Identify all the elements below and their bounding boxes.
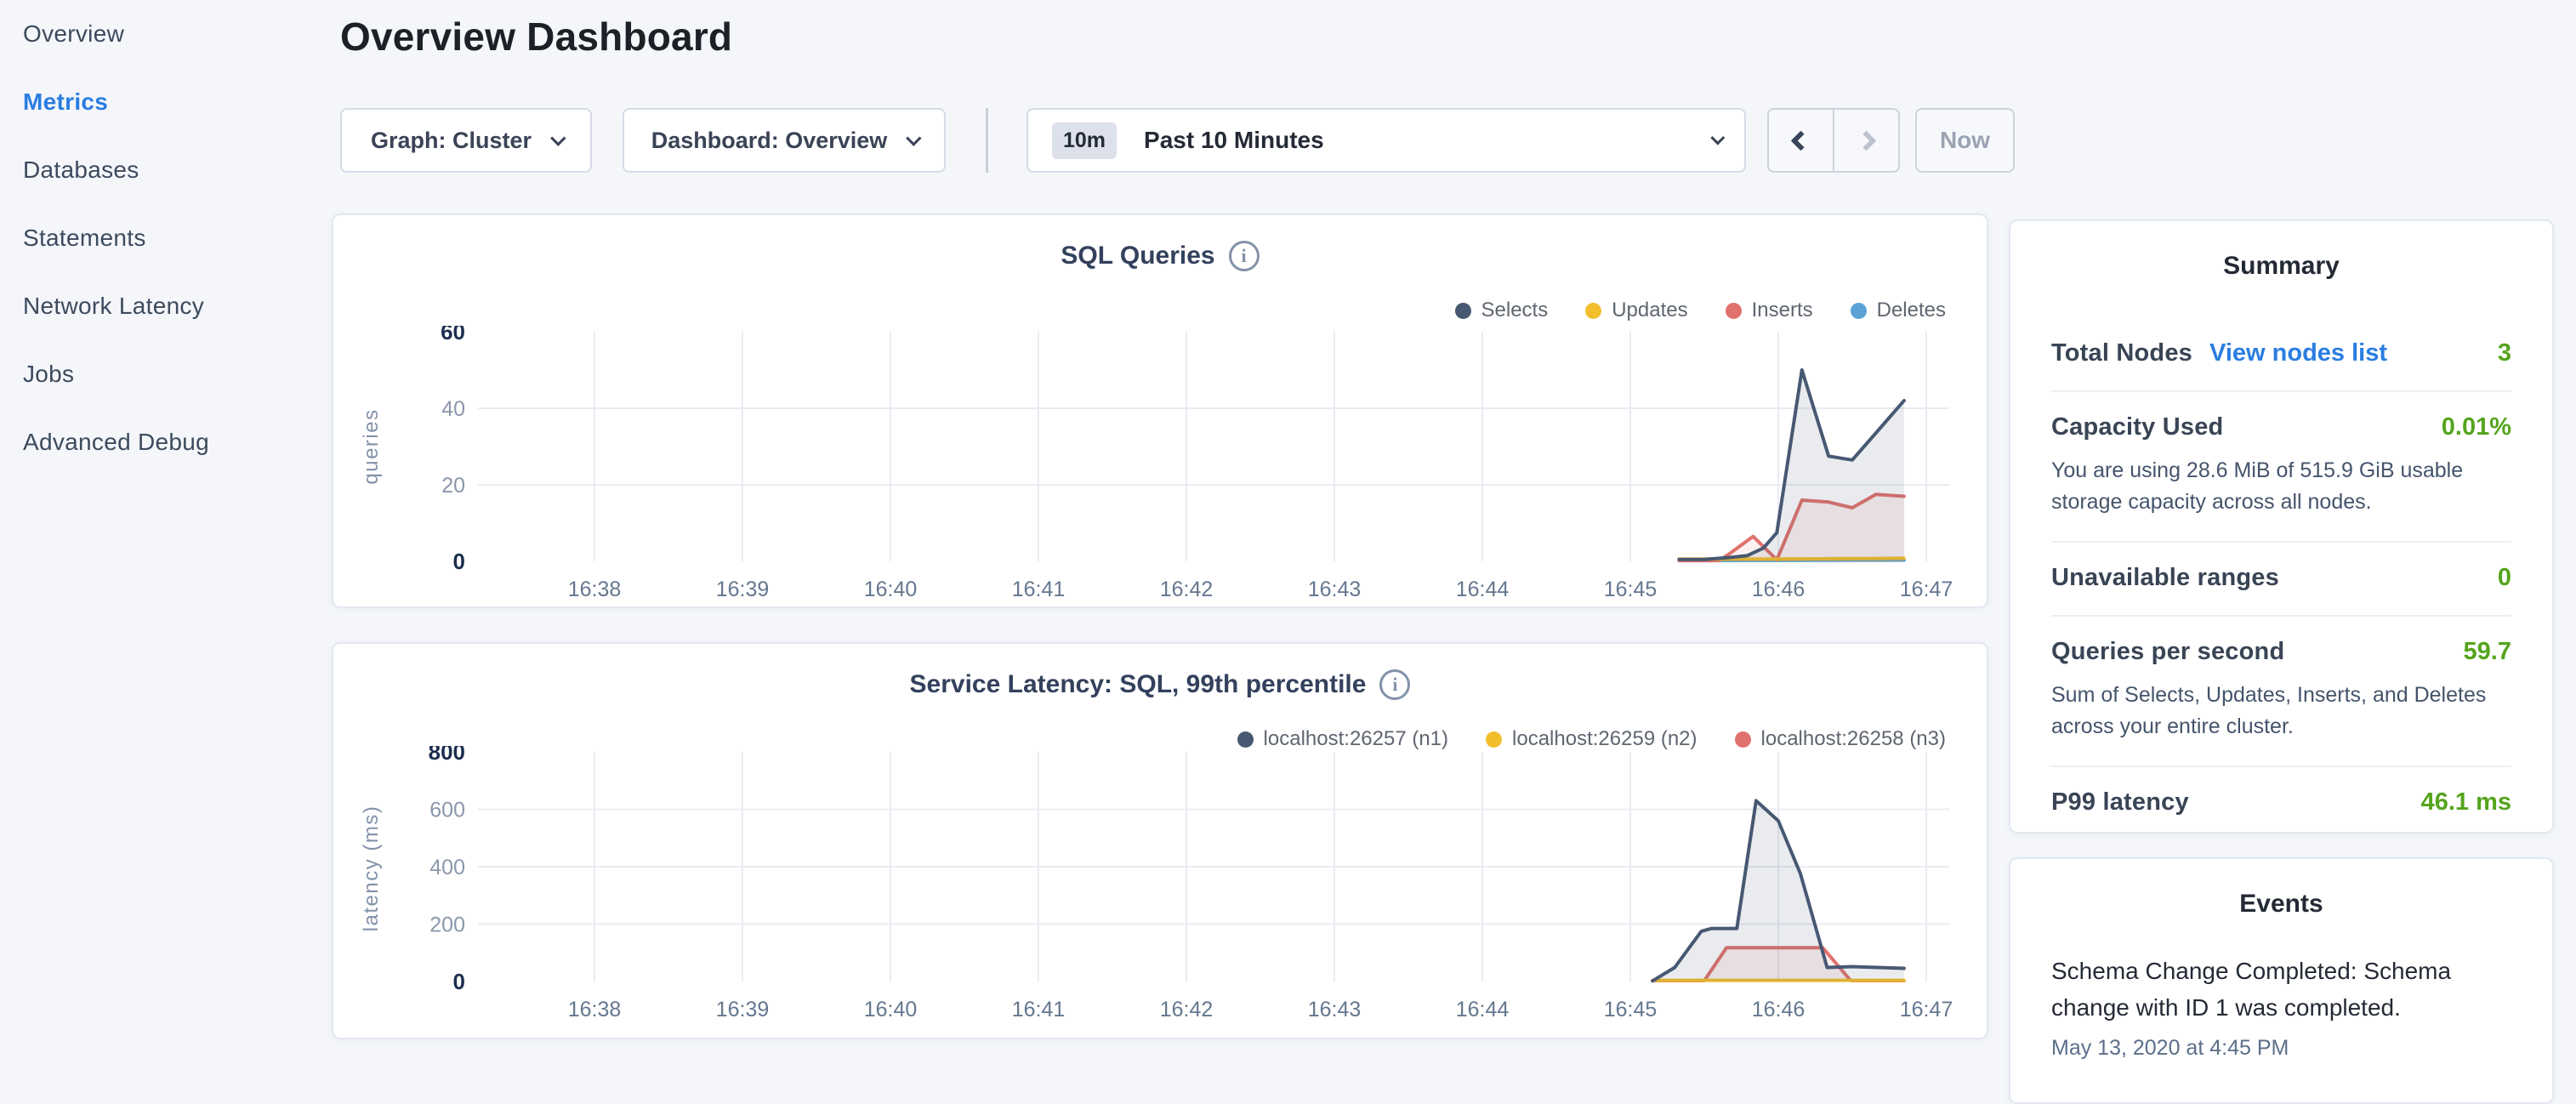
svg-text:16:44: 16:44 <box>1456 998 1510 1021</box>
svg-text:16:40: 16:40 <box>864 578 918 601</box>
chevron-down-icon <box>1710 131 1725 145</box>
svg-text:16:40: 16:40 <box>864 998 918 1021</box>
svg-text:600: 600 <box>429 799 465 822</box>
event-item[interactable]: Schema Change Completed: Schema change w… <box>2051 953 2511 1026</box>
page-title: Overview Dashboard <box>340 14 732 60</box>
summary-label: Capacity Used <box>2051 413 2223 441</box>
chevron-down-icon <box>550 130 566 145</box>
time-range-badge: 10m <box>1052 122 1117 159</box>
svg-text:16:46: 16:46 <box>1752 578 1805 601</box>
sql-queries-chart-card: SQL Queries i Selects Updates Inserts Delet… <box>332 213 1988 608</box>
sidebar-item-jobs[interactable]: Jobs <box>0 340 332 408</box>
events-heading: Events <box>2051 890 2511 919</box>
svg-text:16:46: 16:46 <box>1752 998 1805 1021</box>
svg-text:16:39: 16:39 <box>716 578 770 601</box>
svg-text:16:43: 16:43 <box>1308 578 1362 601</box>
now-button[interactable]: Now <box>1915 108 2015 173</box>
summary-row-total-nodes: Total Nodes View nodes list 3 <box>2051 318 2511 390</box>
legend-dot-icon <box>1735 731 1751 748</box>
summary-value: 3 <box>2498 339 2511 367</box>
legend-dot-icon <box>1585 303 1601 319</box>
event-timestamp: May 13, 2020 at 4:45 PM <box>2051 1036 2511 1061</box>
info-icon[interactable]: i <box>1379 669 1410 700</box>
sidebar-item-statements[interactable]: Statements <box>0 204 332 272</box>
svg-text:20: 20 <box>441 474 465 498</box>
time-step-back-button[interactable] <box>1769 110 1833 171</box>
summary-heading: Summary <box>2051 252 2511 281</box>
legend-item: Deletes <box>1851 299 1946 322</box>
summary-value: 0 <box>2498 564 2511 592</box>
sidebar-item-databases[interactable]: Databases <box>0 136 332 204</box>
chart-title: SQL Queries <box>1061 242 1214 270</box>
sidebar-item-metrics[interactable]: Metrics <box>0 68 332 136</box>
summary-description: You are using 28.6 MiB of 515.9 GiB usab… <box>2051 455 2511 518</box>
summary-value: 59.7 <box>2464 638 2511 666</box>
chart-plot-area[interactable]: 800 600 400 200 0 16:38 16:39 16:40 16:41 16:42 16… <box>333 746 1988 1035</box>
summary-row-queries-per-second: Queries per second 59.7 Sum of Selects, … <box>2051 615 2511 765</box>
svg-text:200: 200 <box>429 913 465 937</box>
dashboard-dropdown[interactable]: Dashboard: Overview <box>623 108 946 173</box>
events-panel: Events Schema Change Completed: Schema c… <box>2009 857 2554 1104</box>
svg-text:0: 0 <box>453 969 465 994</box>
svg-text:16:38: 16:38 <box>568 578 622 601</box>
legend-item: Selects <box>1455 299 1549 322</box>
legend-dot-icon <box>1455 303 1471 319</box>
svg-text:60: 60 <box>441 326 465 344</box>
graph-dropdown-label: Graph: Cluster <box>371 128 532 154</box>
svg-text:16:47: 16:47 <box>1900 998 1953 1021</box>
summary-value: 46.1 ms <box>2421 788 2511 817</box>
legend-item: Inserts <box>1726 299 1813 322</box>
dashboard-dropdown-label: Dashboard: Overview <box>651 128 888 154</box>
sidebar-item-advanced-debug[interactable]: Advanced Debug <box>0 408 332 476</box>
summary-label: Unavailable ranges <box>2051 564 2279 592</box>
svg-text:16:42: 16:42 <box>1160 578 1214 601</box>
svg-text:16:41: 16:41 <box>1012 998 1066 1021</box>
summary-label: Total Nodes <box>2051 339 2192 367</box>
summary-description: Sum of Selects, Updates, Inserts, and De… <box>2051 680 2511 743</box>
svg-text:16:42: 16:42 <box>1160 998 1214 1021</box>
legend-dot-icon <box>1851 303 1867 319</box>
summary-label: Queries per second <box>2051 638 2284 666</box>
svg-text:400: 400 <box>429 856 465 879</box>
service-latency-chart-card: Service Latency: SQL, 99th percentile i … <box>332 642 1988 1039</box>
view-nodes-list-link[interactable]: View nodes list <box>2209 339 2387 367</box>
svg-text:800: 800 <box>429 746 465 765</box>
time-step-buttons <box>1767 108 1900 173</box>
svg-text:40: 40 <box>441 397 465 421</box>
time-range-selector[interactable]: 10m Past 10 Minutes <box>1026 108 1746 173</box>
sidebar: Overview Metrics Databases Statements Ne… <box>0 0 332 1051</box>
svg-text:16:38: 16:38 <box>568 998 622 1021</box>
svg-text:16:41: 16:41 <box>1012 578 1066 601</box>
summary-row-unavailable-ranges: Unavailable ranges 0 <box>2051 541 2511 615</box>
time-step-forward-button[interactable] <box>1833 110 1898 171</box>
sidebar-item-network-latency[interactable]: Network Latency <box>0 272 332 340</box>
chart-title: Service Latency: SQL, 99th percentile <box>910 670 1367 699</box>
chart-plot-area[interactable]: 60 40 20 0 16:38 16:39 16:40 16:41 16:42 16:43 16:… <box>333 326 1988 608</box>
svg-text:16:44: 16:44 <box>1456 578 1510 601</box>
svg-text:0: 0 <box>453 549 465 574</box>
legend-dot-icon <box>1726 303 1742 319</box>
chevron-down-icon <box>906 130 921 145</box>
controls-divider <box>986 108 988 173</box>
sidebar-item-overview[interactable]: Overview <box>0 0 332 68</box>
summary-label: P99 latency <box>2051 788 2189 817</box>
chevron-left-icon <box>1790 130 1811 151</box>
summary-row-capacity-used: Capacity Used 0.01% You are using 28.6 M… <box>2051 390 2511 541</box>
chevron-right-icon <box>1856 130 1876 151</box>
legend-item: Updates <box>1585 299 1687 322</box>
svg-text:16:45: 16:45 <box>1604 578 1658 601</box>
graph-dropdown[interactable]: Graph: Cluster <box>340 108 592 173</box>
info-icon[interactable]: i <box>1229 241 1260 271</box>
chart-legend: Selects Updates Inserts Deletes <box>1455 299 1947 322</box>
legend-dot-icon <box>1486 731 1502 748</box>
svg-text:16:39: 16:39 <box>716 998 770 1021</box>
summary-row-p99-latency: P99 latency 46.1 ms <box>2051 765 2511 834</box>
svg-text:16:43: 16:43 <box>1308 998 1362 1021</box>
legend-dot-icon <box>1237 731 1254 748</box>
svg-text:16:47: 16:47 <box>1900 578 1953 601</box>
svg-text:16:45: 16:45 <box>1604 998 1658 1021</box>
summary-value: 0.01% <box>2442 413 2511 441</box>
summary-panel: Summary Total Nodes View nodes list 3 Ca… <box>2009 219 2554 834</box>
time-range-label: Past 10 Minutes <box>1144 127 1324 154</box>
